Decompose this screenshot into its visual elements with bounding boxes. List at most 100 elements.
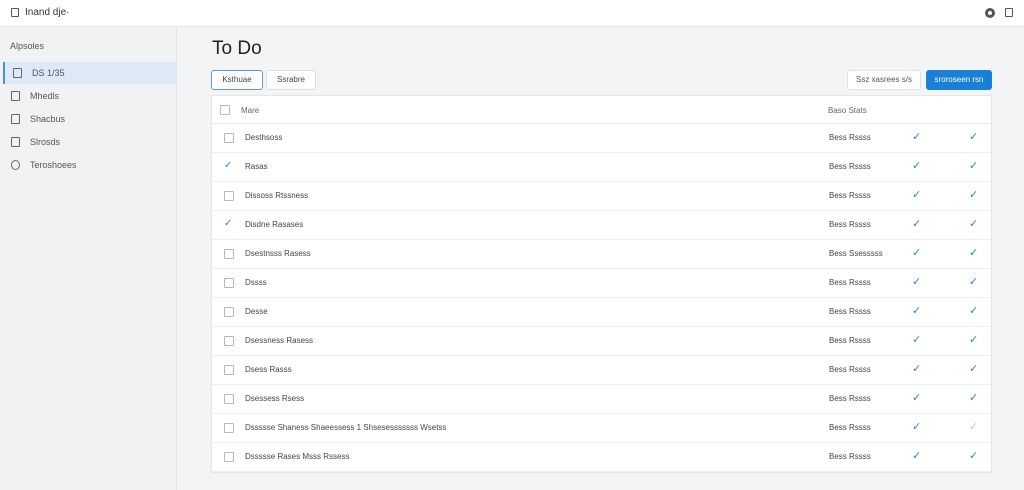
- select-all-checkbox[interactable]: [220, 105, 230, 115]
- table-row[interactable]: Disdne Rasases Bess Rssss ✓ ✓: [212, 211, 991, 240]
- table-row[interactable]: Dsess Rasss Bess Rssss ✓ ✓: [212, 356, 991, 385]
- sidebar-section-label: Alpsoles: [10, 41, 45, 51]
- table-row[interactable]: Dissoss Rtssness Bess Rssss ✓ ✓: [212, 182, 991, 211]
- row-name: Dsessess Rsess: [245, 394, 305, 403]
- column-header-status[interactable]: Baso Stats: [828, 106, 867, 115]
- row-checkbox[interactable]: [224, 133, 234, 143]
- check-icon[interactable]: ✓: [912, 159, 921, 172]
- row-name: Rasas: [245, 162, 268, 171]
- sidebar-item-label: Shacbus: [30, 114, 66, 124]
- row-status: Bess Rssss: [829, 307, 871, 316]
- filter-button[interactable]: Ssz xasrees s/s: [847, 70, 921, 90]
- tab-primary[interactable]: Ksthuae: [211, 70, 263, 90]
- check-icon[interactable]: ✓: [969, 362, 978, 375]
- table-row[interactable]: Dsestnsss Rasess Bess Ssesssss ✓ ✓: [212, 240, 991, 269]
- row-name: Dssssse Shaness Shaeessess 1 Shsesesssss…: [245, 423, 447, 432]
- table-row[interactable]: Dsessness Rasess Bess Rssss ✓ ✓: [212, 327, 991, 356]
- window-icon[interactable]: [1005, 8, 1013, 17]
- sidebar-item-records[interactable]: Slrosds: [3, 131, 176, 153]
- row-checkbox[interactable]: [224, 160, 234, 172]
- check-icon[interactable]: ✓: [969, 391, 978, 404]
- sidebar-item-label: Mhedls: [30, 91, 60, 101]
- table-row[interactable]: Dssss Bess Rssss ✓ ✓: [212, 269, 991, 298]
- app-title[interactable]: Inand dje·: [25, 7, 69, 18]
- row-status: Bess Rssss: [829, 191, 871, 200]
- tab-secondary[interactable]: Ssrabre: [266, 70, 316, 90]
- row-status: Bess Rssss: [829, 452, 871, 461]
- row-name: Disdne Rasases: [245, 220, 304, 229]
- check-icon[interactable]: ✓: [912, 246, 921, 259]
- check-icon[interactable]: ✓: [912, 362, 921, 375]
- check-icon[interactable]: ✓: [969, 449, 978, 462]
- calendar-icon: [11, 114, 20, 124]
- row-checkbox[interactable]: [224, 218, 234, 230]
- check-icon[interactable]: ✓: [969, 130, 978, 143]
- check-icon[interactable]: ✓: [912, 333, 921, 346]
- row-status: Bess Rssss: [829, 133, 871, 142]
- todo-table: Mare Baso Stats DesthsossBess Rssss✓✓Ras…: [211, 95, 992, 473]
- table-row[interactable]: Desse Bess Rssss ✓ ✓: [212, 298, 991, 327]
- row-name: Dssssse Rases Msss Rssess: [245, 452, 350, 461]
- row-name: Dissoss Rtssness: [245, 191, 309, 200]
- sidebar: Alpsoles DS 1/35 Mhedls Shacbus Slrosds …: [0, 28, 177, 490]
- row-checkbox[interactable]: [224, 365, 234, 375]
- row-checkbox[interactable]: [224, 191, 234, 201]
- column-header-name[interactable]: Mare: [241, 106, 259, 115]
- primary-action-button[interactable]: sroroseen rsn: [926, 70, 992, 90]
- row-status: Bess Ssesssss: [829, 249, 883, 258]
- sidebar-item-schedules[interactable]: Shacbus: [3, 108, 176, 130]
- check-icon[interactable]: ✓: [969, 304, 978, 317]
- table-row[interactable]: Rasas Bess Rssss ✓ ✓: [212, 153, 991, 182]
- sidebar-item-label: Teroshoees: [30, 160, 77, 170]
- table-header: Mare Baso Stats: [212, 96, 991, 124]
- sidebar-item-resources[interactable]: Teroshoees: [3, 154, 176, 176]
- row-checkbox[interactable]: [224, 307, 234, 317]
- row-checkbox[interactable]: [224, 452, 234, 462]
- sidebar-item-ds[interactable]: DS 1/35: [3, 62, 176, 84]
- top-bar: Inand dje·: [0, 0, 1024, 27]
- row-checkbox[interactable]: [224, 394, 234, 404]
- check-icon[interactable]: ✓: [969, 246, 978, 259]
- row-name: Dsess Rasss: [245, 365, 292, 374]
- row-status: Bess Rssss: [829, 394, 871, 403]
- check-icon[interactable]: ✓: [969, 275, 978, 288]
- check-icon[interactable]: ✓: [969, 188, 978, 201]
- document-icon: [11, 91, 20, 101]
- check-icon[interactable]: ✓: [912, 188, 921, 201]
- row-status: Bess Rssss: [829, 423, 871, 432]
- check-icon[interactable]: ✓: [912, 217, 921, 230]
- clock-icon: [11, 160, 20, 170]
- row-name: Dsestnsss Rasess: [245, 249, 311, 258]
- table-row[interactable]: Dssssse Rases Msss Rssess Bess Rssss ✓ ✓: [212, 443, 991, 472]
- row-checkbox[interactable]: [224, 336, 234, 346]
- row-status: Bess Rssss: [829, 220, 871, 229]
- row-checkbox[interactable]: [224, 249, 234, 259]
- app-window-icon: [11, 8, 19, 17]
- row-name: Desse: [245, 307, 268, 316]
- row-checkbox[interactable]: [224, 423, 234, 433]
- check-icon[interactable]: ✓: [912, 391, 921, 404]
- check-icon[interactable]: ✓: [969, 420, 978, 433]
- table-row[interactable]: Desthsoss Bess Rssss ✓ ✓: [212, 124, 991, 153]
- check-icon[interactable]: ✓: [912, 449, 921, 462]
- row-status: Bess Rssss: [829, 162, 871, 171]
- row-checkbox[interactable]: [224, 278, 234, 288]
- table-row[interactable]: Dsessess Rsess Bess Rssss ✓ ✓: [212, 385, 991, 414]
- check-icon[interactable]: ✓: [912, 275, 921, 288]
- sidebar-item-models[interactable]: Mhedls: [3, 85, 176, 107]
- check-icon[interactable]: ✓: [969, 159, 978, 172]
- user-icon[interactable]: [985, 8, 995, 18]
- row-status: Bess Rssss: [829, 365, 871, 374]
- table-row[interactable]: Dssssse Shaness Shaeessess 1 Shsesesssss…: [212, 414, 991, 443]
- row-name: Dssss: [245, 278, 267, 287]
- check-icon[interactable]: ✓: [969, 333, 978, 346]
- row-name: Desthsoss: [245, 133, 283, 142]
- check-icon[interactable]: ✓: [912, 304, 921, 317]
- row-status: Bess Rssss: [829, 278, 871, 287]
- page-title: To Do: [212, 38, 262, 59]
- check-icon[interactable]: ✓: [912, 420, 921, 433]
- check-icon[interactable]: ✓: [912, 130, 921, 143]
- row-name: Dsessness Rasess: [245, 336, 314, 345]
- check-icon[interactable]: ✓: [969, 217, 978, 230]
- row-status: Bess Rssss: [829, 336, 871, 345]
